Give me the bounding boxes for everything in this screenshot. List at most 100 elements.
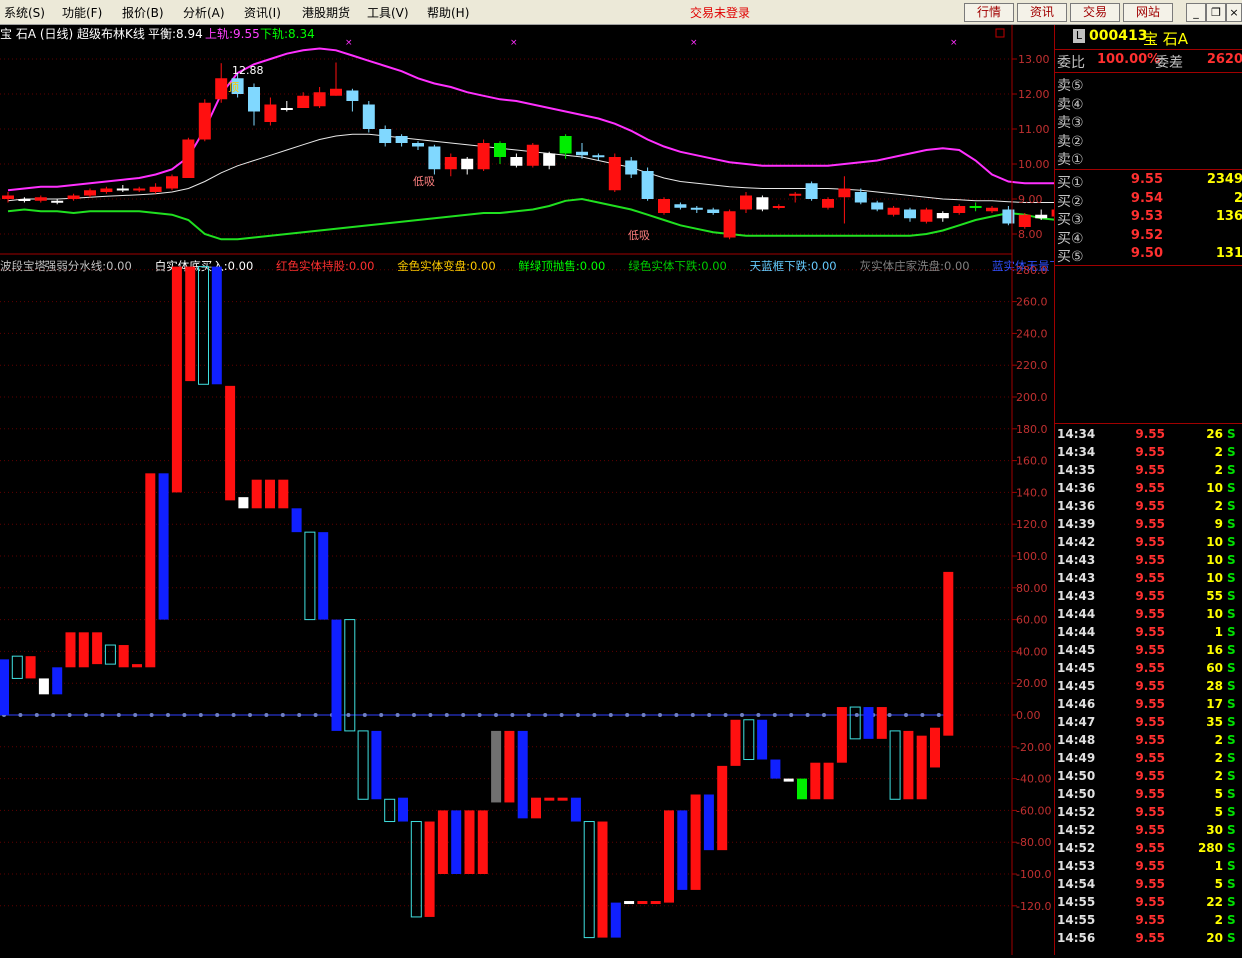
x-marker: ×: [690, 38, 698, 48]
indicator-bar: [0, 659, 9, 715]
price-tick-label: 13.00: [1018, 53, 1050, 66]
candle-body: [543, 153, 556, 166]
tick-price: 9.55: [1135, 733, 1165, 747]
zero-dot: [658, 713, 662, 717]
login-status[interactable]: 交易未登录: [690, 4, 750, 21]
chart-svg[interactable]: 宝 石A (日线) 超级布林K线 平衡:8.94 上轨:9.55 下轨:8.34…: [0, 25, 1084, 955]
minimize-icon[interactable]: _: [1186, 3, 1206, 22]
price-tick-label: 12.00: [1018, 88, 1050, 101]
candle-body: [494, 143, 506, 157]
candle-body: [412, 143, 424, 147]
zero-dot: [346, 713, 351, 717]
candle-body: [805, 183, 818, 199]
zero-dot: [264, 713, 269, 717]
buy-price: 9.54: [1130, 190, 1163, 206]
tick-side: S: [1227, 571, 1236, 585]
candle-body: [444, 157, 457, 170]
candle-body: [362, 104, 375, 129]
indicator-bar: [650, 901, 661, 905]
indicator-tick-label: 220.0: [1016, 359, 1048, 372]
candle-body: [953, 206, 966, 213]
legend-item: 灰实体庄家洗盘:0.00: [860, 259, 970, 273]
candle-body: [576, 151, 588, 156]
indicator-bar: [145, 473, 156, 668]
menu-help[interactable]: 帮助(H): [427, 4, 469, 21]
panel-toggle-icon[interactable]: [995, 28, 1005, 38]
tick-volume: 5: [1214, 877, 1223, 891]
order-diff-value: 2620: [1206, 52, 1242, 67]
tick-volume: 5: [1214, 805, 1223, 819]
top-marker: 顶: [228, 81, 239, 94]
tick-volume: 2: [1214, 499, 1223, 513]
candle-body: [986, 207, 998, 212]
candle-body: [887, 207, 900, 215]
menu-hk-futures[interactable]: 港股期货: [302, 4, 350, 21]
menu-tools[interactable]: 工具(V): [367, 4, 409, 21]
indicator-tick-label: 200.0: [1016, 391, 1048, 404]
candle-body: [559, 136, 572, 154]
trade-button[interactable]: 交易: [1070, 3, 1120, 22]
tick-volume: 16: [1206, 643, 1223, 657]
zero-dot: [18, 713, 23, 717]
zero-dot: [592, 713, 597, 717]
tick-price: 9.55: [1135, 535, 1165, 549]
legend-item: 鲜绿顶抛售:0.00: [518, 259, 605, 273]
menu-news[interactable]: 资讯(I): [244, 4, 281, 21]
indicator-bar: [371, 730, 382, 800]
indicator-bar: [278, 479, 289, 509]
x-marker: ×: [950, 38, 958, 48]
buy-volume: 2: [1233, 190, 1242, 206]
tick-time: 14:43: [1057, 571, 1096, 585]
close-icon[interactable]: ×: [1226, 3, 1242, 22]
candle-body: [313, 92, 326, 107]
tick-side: S: [1227, 859, 1236, 873]
indicator-bar: [185, 266, 196, 382]
zero-dot: [756, 713, 761, 717]
menu-quote[interactable]: 报价(B): [122, 4, 164, 21]
sell-label: 卖②: [1057, 133, 1084, 150]
candle-body: [690, 207, 703, 210]
zero-dot: [887, 713, 892, 717]
zero-dot: [379, 713, 384, 717]
candle-body: [1002, 209, 1015, 224]
zero-dot: [313, 713, 318, 717]
buy-price: 9.55: [1130, 172, 1163, 187]
indicator-bar: [637, 901, 648, 905]
candle-body: [18, 199, 31, 201]
mid-band-label: 平衡:8.94: [148, 27, 203, 41]
tick-volume: 20: [1206, 931, 1223, 945]
news-button[interactable]: 资讯: [1017, 3, 1067, 22]
buy-volume: 2349: [1206, 172, 1242, 187]
tick-price: 9.55: [1135, 553, 1165, 567]
zero-dot: [395, 713, 400, 717]
tick-side: S: [1227, 499, 1236, 513]
zero-dot: [526, 713, 531, 717]
tick-price: 9.55: [1135, 913, 1165, 927]
indicator-bar: [331, 619, 342, 731]
website-button[interactable]: 网站: [1123, 3, 1173, 22]
zero-dot: [641, 713, 646, 717]
zero-dot: [772, 713, 777, 717]
buy-label: 买①: [1057, 175, 1084, 191]
zero-dot: [723, 713, 728, 717]
zero-dot: [461, 713, 466, 717]
indicator-bar: [916, 735, 927, 800]
candle-body: [723, 211, 736, 238]
tick-price: 9.55: [1135, 643, 1165, 657]
low-buy-marker-1: 低吸: [413, 175, 435, 188]
tick-side: S: [1227, 553, 1236, 567]
menu-analysis[interactable]: 分析(A): [183, 4, 225, 21]
price-tick-label: 9.00: [1018, 193, 1043, 206]
candle-body: [740, 195, 752, 210]
zero-dot: [576, 713, 580, 717]
indicator-legend: 波段宝塔强弱分水线:0.00 白实体底买入:0.00 红色实体持股:0.00 金色实体…: [0, 259, 1084, 273]
indicator-bar: [770, 759, 781, 779]
restore-icon[interactable]: ❐: [1206, 3, 1226, 22]
zero-dot: [740, 713, 744, 717]
market-button[interactable]: 行情: [964, 3, 1014, 22]
tick-price: 9.55: [1135, 769, 1165, 783]
price-tick-label: 10.00: [1018, 158, 1050, 171]
menu-system[interactable]: 系统(S): [4, 4, 45, 21]
tick-side: S: [1227, 697, 1236, 711]
menu-function[interactable]: 功能(F): [62, 4, 102, 21]
